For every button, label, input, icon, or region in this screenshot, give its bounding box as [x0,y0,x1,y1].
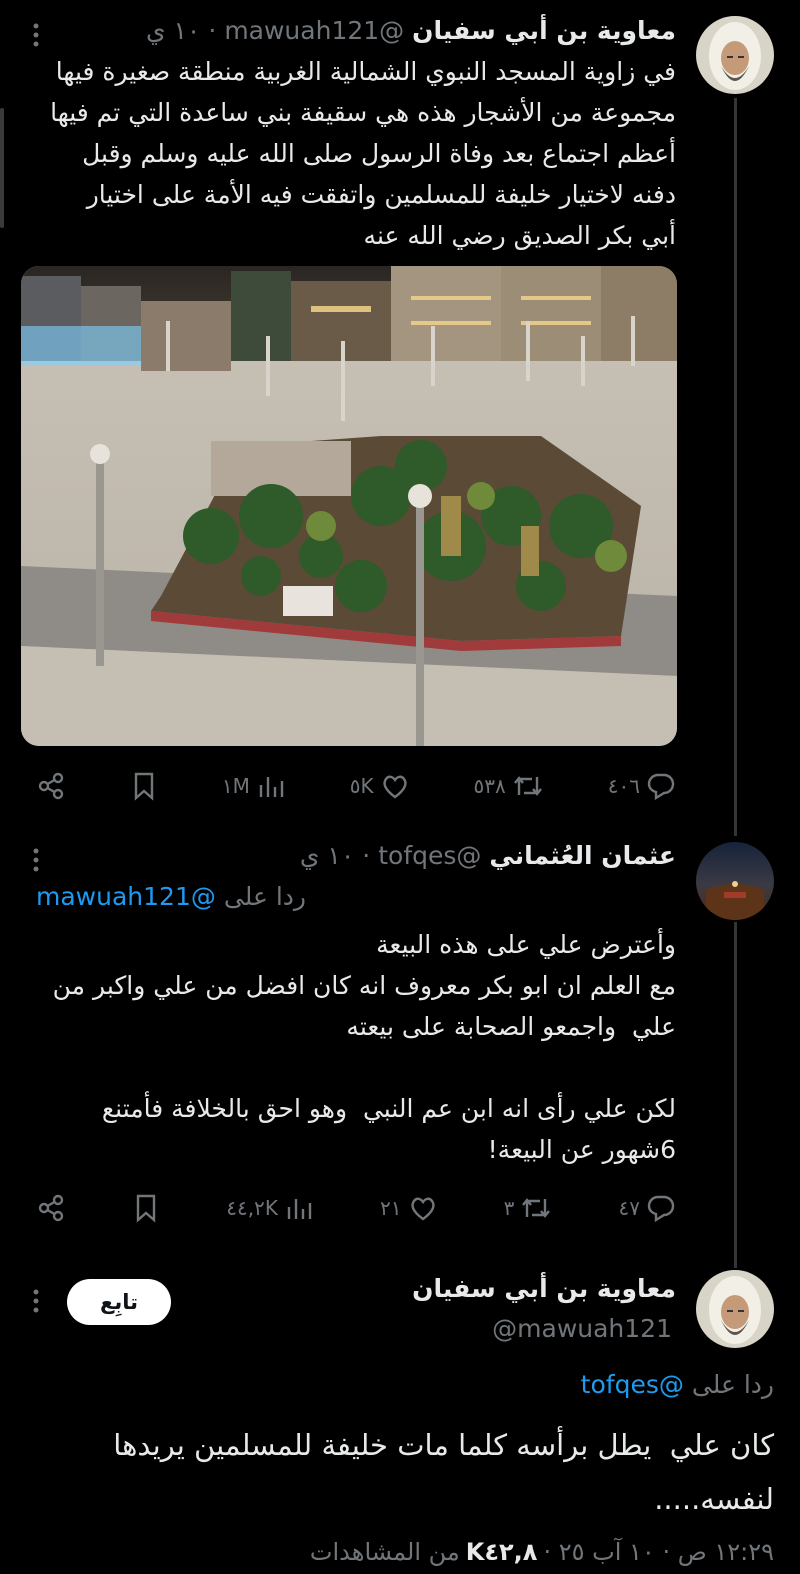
views-count: K٤٢,٨ [465,1538,538,1566]
reply-context: ردا على @tofqes [581,1370,774,1399]
bookmark-icon [134,772,154,801]
bookmark-icon [136,1194,156,1223]
tweet-time[interactable]: ١٠ ي [300,841,354,870]
like-button[interactable]: ٥K [350,771,410,801]
repost-button[interactable]: ٥٣٨ [474,771,544,801]
reply-to-handle[interactable]: @mawuah121 [36,882,216,911]
display-name[interactable]: عثمان العُثماني [489,841,676,870]
reply-context: ردا على @mawuah121 [36,882,306,911]
repost-button[interactable]: ٣ [504,1193,553,1223]
reply-icon [647,1195,675,1223]
replies-count: ٤٧ [618,1196,640,1220]
repost-icon [522,1198,551,1218]
share-button[interactable] [36,771,66,801]
screen-edge-indicator [0,108,4,228]
tweet-text: كان علي يطل برأسه كلما مات خليفة للمسلمي… [113,1428,774,1516]
like-button[interactable]: ٢١ [380,1193,437,1223]
reply-icon [647,773,675,801]
reposts-count: ٣ [503,1196,515,1220]
reply-label: ردا على [691,1370,774,1399]
heart-icon [383,775,407,799]
reply-label: ردا على [223,882,306,911]
reposts-count: ٥٣٨ [473,774,506,798]
more-options-icon[interactable] [28,20,44,50]
repost-icon [513,776,542,796]
avatar[interactable] [696,842,774,920]
tweet-actions: ٤٤,٢K ٢١ ٣ ٤٧ [36,1186,676,1230]
avatar[interactable] [696,16,774,94]
display-name[interactable]: معاوية بن أبي سفيان [412,1274,676,1303]
likes-count: ٥K [349,774,374,798]
tweet-timestamp[interactable]: ١٢:٢٩ ص · ١٠ آب ٢٥ · [543,1538,774,1566]
heart-icon [410,1197,435,1221]
likes-count: ٢١ [380,1196,402,1220]
more-options-icon[interactable] [28,845,44,875]
bookmark-button[interactable] [132,1193,160,1223]
thread-line [734,98,737,836]
tweet-photo[interactable] [21,266,677,746]
bookmark-button[interactable] [130,771,158,801]
user-handle[interactable]: @tofqes [378,841,481,870]
views-label: من المشاهدات [309,1538,460,1566]
thread-line [734,922,737,1268]
views-count: ٤٤,٢K [226,1196,278,1220]
user-handle[interactable]: @mawuah121 [224,16,404,45]
share-icon [38,772,64,800]
reply-button[interactable]: ٤٠٦ [608,771,676,801]
display-name[interactable]: معاوية بن أبي سفيان [412,16,676,45]
replies-count: ٤٠٦ [607,774,640,798]
views-icon [287,1199,312,1219]
follow-button[interactable]: تابِع [67,1279,171,1325]
more-options-icon[interactable] [28,1286,44,1316]
views-button[interactable]: ١M [222,771,286,801]
tweet-time[interactable]: ١٠ ي [146,16,200,45]
reply-button[interactable]: ٤٧ [619,1193,676,1223]
tweet-text: في زاوية المسجد النبوي الشمالية الغربية … [50,57,676,250]
user-handle[interactable]: @mawuah121 [492,1314,672,1343]
avatar[interactable] [696,1270,774,1348]
views-count: ١M [221,774,250,798]
share-icon [38,1194,64,1222]
share-button[interactable] [36,1193,66,1223]
tweet-actions: ١M ٥K ٥٣٨ ٤٠٦ [36,764,676,808]
tweet-text: وأعترض علي على هذه البيعة مع العلم ان اب… [52,930,676,1164]
views-button[interactable]: ٤٤,٢K [226,1193,314,1223]
views-icon [259,777,284,797]
reply-to-handle[interactable]: @tofqes [581,1370,684,1399]
separator-dot: · [208,16,217,45]
tweet-meta: ١٢:٢٩ ص · ١٠ آب ٢٥ · K٤٢,٨ من المشاهدات [310,1538,774,1566]
separator-dot: · [362,841,371,870]
